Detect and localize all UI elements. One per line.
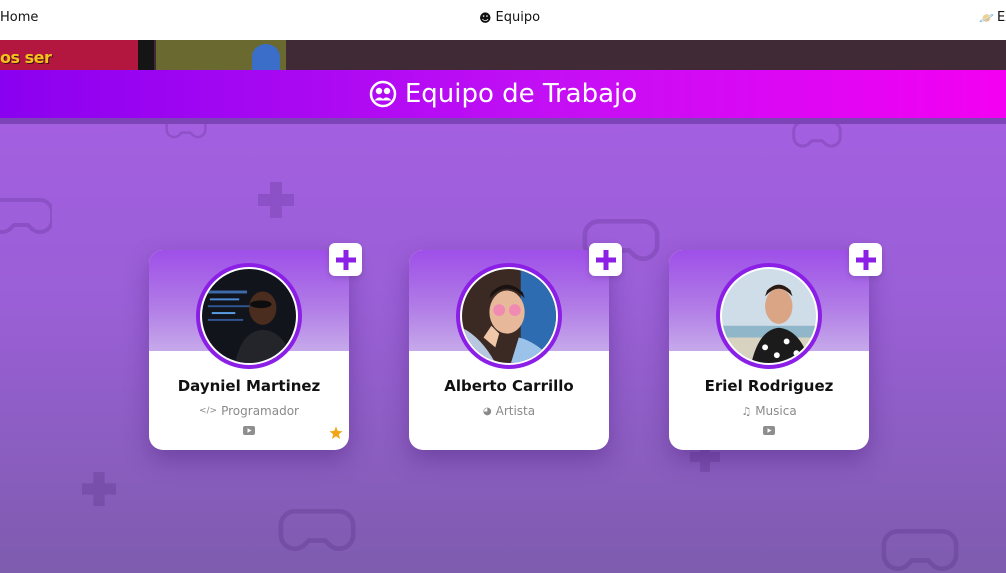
youtube-icon[interactable] xyxy=(243,426,255,435)
avatar xyxy=(456,263,562,369)
member-role: ♫ Musica xyxy=(669,404,869,418)
code-icon: </> xyxy=(198,406,218,416)
section-header: Equipo de Trabajo xyxy=(0,70,1006,118)
team-card: Alberto Carrillo ◕ Artista xyxy=(409,243,622,450)
team-icon xyxy=(369,80,397,108)
team-smile-icon: ☻ xyxy=(479,10,492,25)
planet-icon: 🪐 xyxy=(979,10,994,25)
member-name: Dayniel Martinez xyxy=(177,377,321,395)
nav-team-link[interactable]: ☻ Equipo xyxy=(479,10,540,25)
star-badge-icon xyxy=(329,426,343,439)
gamepad-bg-icon xyxy=(792,124,842,148)
plus-icon xyxy=(595,249,616,270)
plus-icon xyxy=(335,249,356,270)
member-role: ◕ Artista xyxy=(409,404,609,418)
member-role: </> Programador xyxy=(149,404,349,418)
gamepad-bg-icon xyxy=(0,198,52,235)
nav-extra-label: Ex xyxy=(996,10,1006,25)
nav-team-label: Equipo xyxy=(495,10,541,25)
add-member-button[interactable] xyxy=(329,243,362,276)
gamepad-bg-icon xyxy=(881,529,959,571)
hero-image-art xyxy=(156,40,286,70)
hero-image-strip: os ser xyxy=(0,40,1006,70)
add-member-button[interactable] xyxy=(849,243,882,276)
dpad-bg-icon xyxy=(258,182,294,218)
top-nav: Home ☻ Equipo 🪐 Ex xyxy=(0,0,1006,40)
nav-home-link[interactable]: Home xyxy=(0,10,38,25)
nav-extra-link[interactable]: 🪐 Ex xyxy=(979,10,1006,25)
music-note-icon: ♫ xyxy=(741,404,752,418)
youtube-icon[interactable] xyxy=(763,426,775,435)
avatar xyxy=(196,263,302,369)
palette-icon: ◕ xyxy=(482,405,492,417)
hero-image-left: os ser xyxy=(0,40,138,70)
dpad-bg-icon xyxy=(82,472,116,506)
member-role-label: Artista xyxy=(495,404,536,418)
hero-image-divider xyxy=(138,40,154,70)
gamepad-bg-icon xyxy=(278,509,356,551)
member-name: Eriel Rodriguez xyxy=(704,377,834,395)
gamepad-bg-icon xyxy=(165,124,207,139)
avatar xyxy=(716,263,822,369)
section-title: Equipo de Trabajo xyxy=(404,79,638,109)
hero-partial-text: os ser xyxy=(0,48,52,67)
add-member-button[interactable] xyxy=(589,243,622,276)
member-name: Alberto Carrillo xyxy=(444,377,574,395)
team-card: Eriel Rodriguez ♫ Musica xyxy=(669,243,882,450)
plus-icon xyxy=(855,249,876,270)
member-role-label: Musica xyxy=(755,404,797,418)
member-role-label: Programador xyxy=(221,404,299,418)
team-card: Dayniel Martinez </> Programador xyxy=(149,243,362,450)
